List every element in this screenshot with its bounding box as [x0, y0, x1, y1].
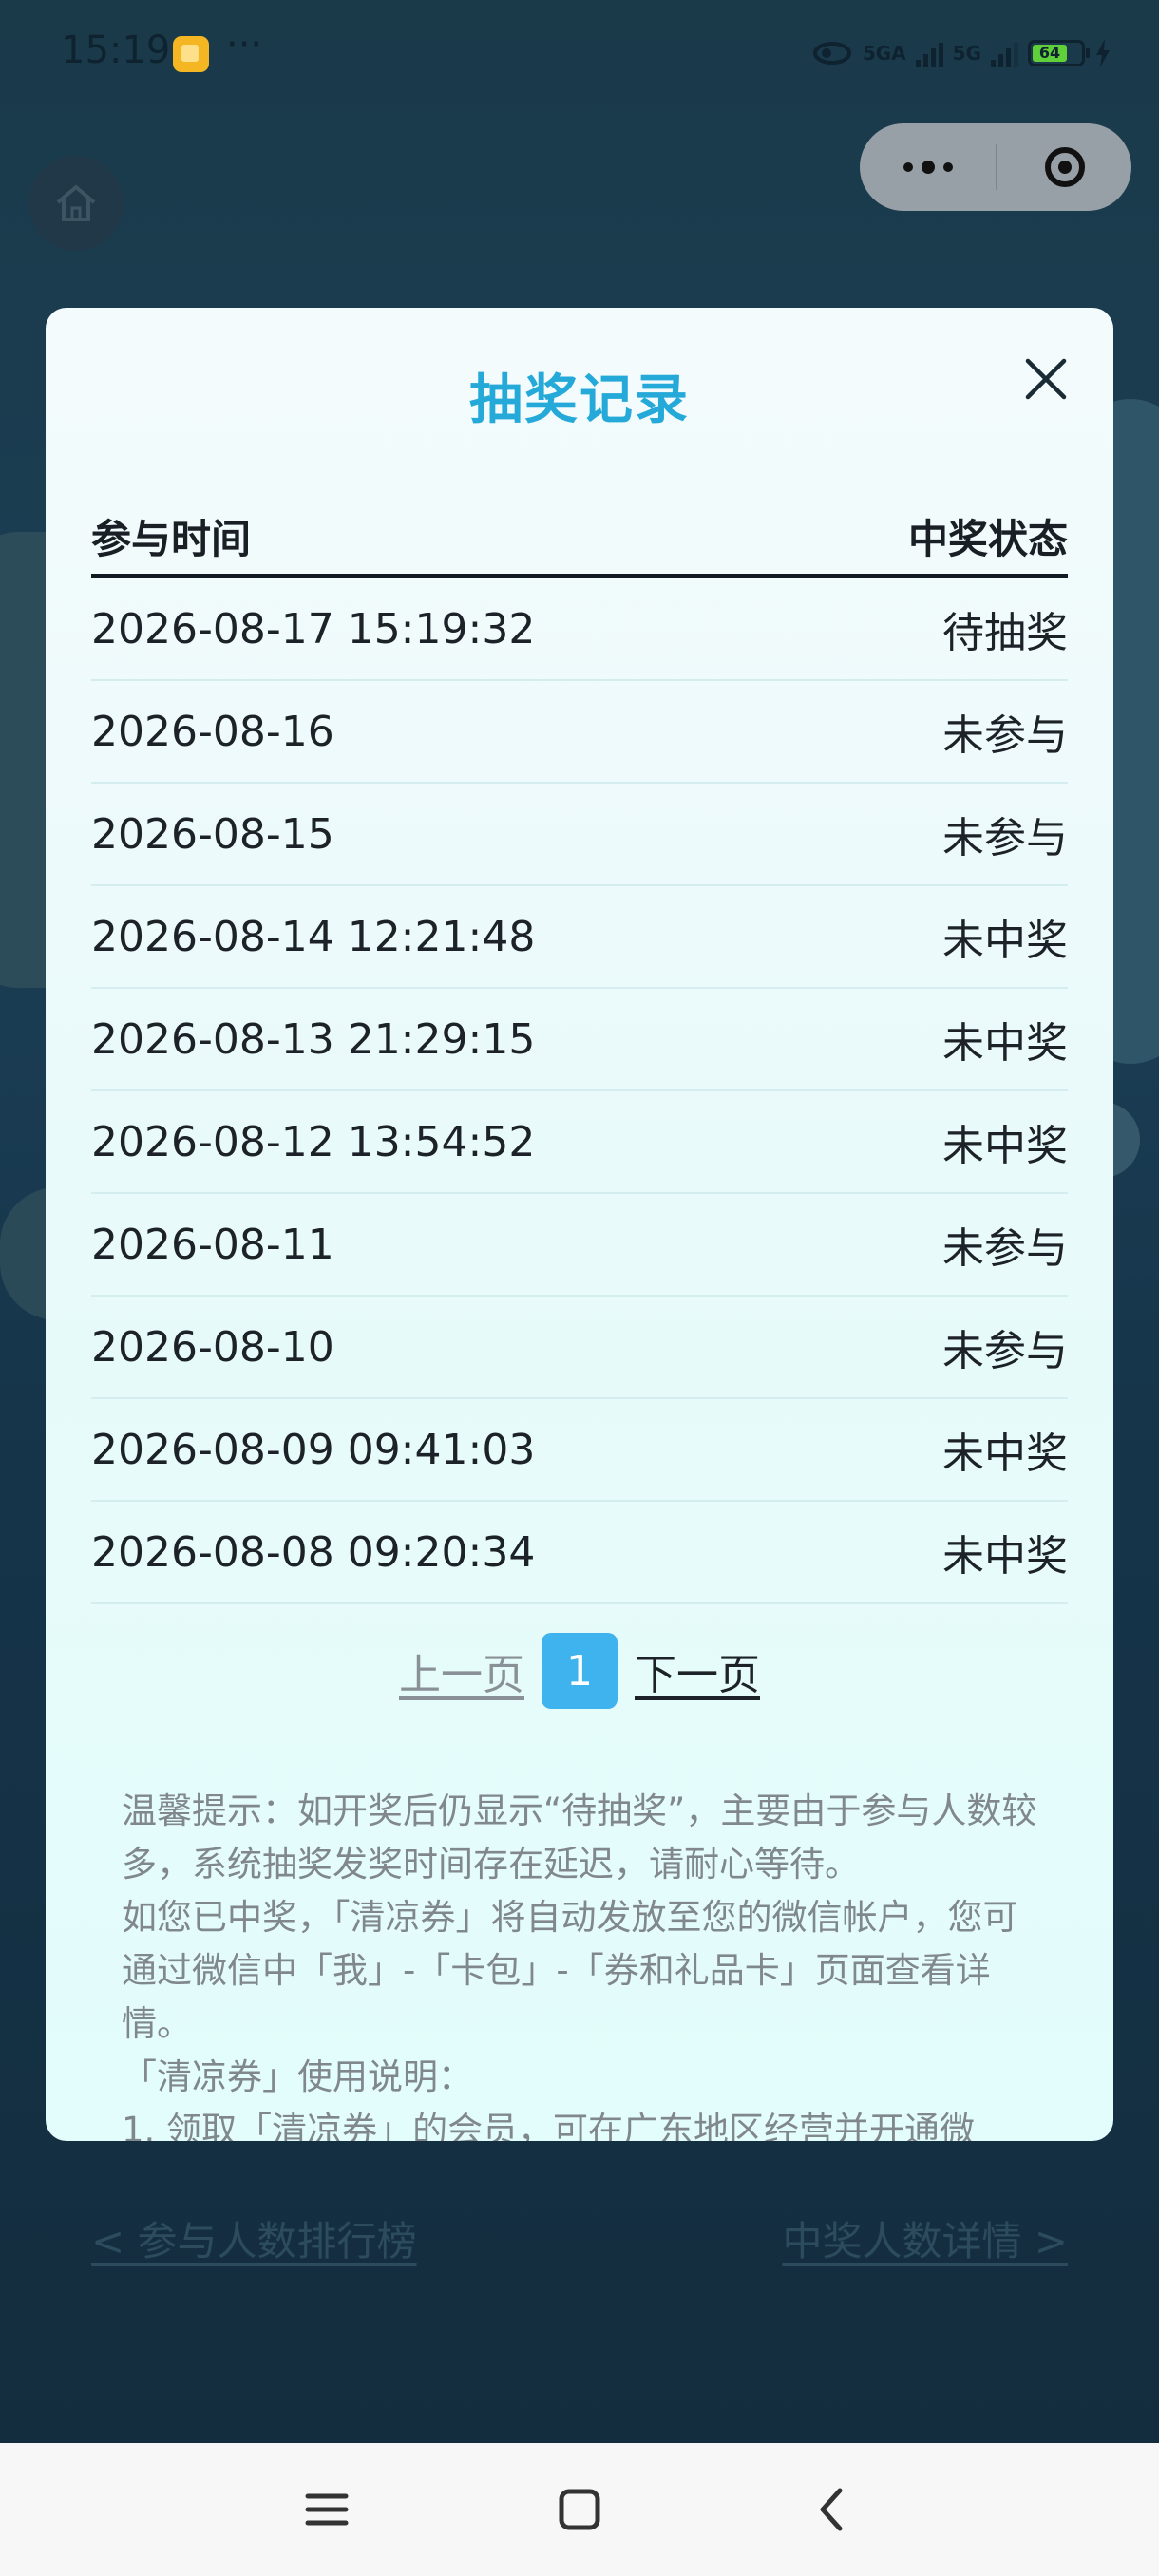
record-time: 2026-08-09 09:41:03 — [91, 1425, 536, 1474]
hd-voice-icon — [812, 42, 851, 65]
system-nav-bar — [0, 2443, 1159, 2576]
more-notifications-icon: ··· — [226, 23, 263, 66]
next-page-link[interactable]: 下一页 — [635, 1640, 760, 1701]
battery-icon: 64 — [1028, 40, 1090, 66]
record-time: 2026-08-11 — [91, 1220, 334, 1269]
more-dots-icon — [942, 162, 953, 172]
winner-details-link[interactable]: 中奖人数详情 > — [782, 2209, 1068, 2267]
lottery-records-dialog: 抽奖记录 参与时间 中奖状态 2026-08-17 15:19:32 待抽奖 2… — [46, 308, 1113, 2141]
prev-page-link[interactable]: 上一页 — [399, 1640, 524, 1701]
column-header-time: 参与时间 — [91, 515, 252, 562]
tips-text: 温馨提示：如开奖后仍显示“待抽奖”，主要由于参与人数较多，系统抽奖发奖时间存在延… — [122, 1785, 1053, 2141]
mini-program-capsule — [860, 123, 1131, 211]
more-options-button[interactable] — [860, 123, 996, 211]
tip-paragraph: 「清凉券」使用说明： — [122, 2056, 473, 2097]
record-status: 未中奖 — [942, 1430, 1068, 1478]
menu-button[interactable] — [298, 2481, 355, 2538]
signal-strength-icon — [991, 39, 1018, 67]
home-icon — [56, 185, 96, 221]
square-home-icon — [559, 2489, 600, 2530]
table-row: 2026-08-11 未参与 — [91, 1194, 1068, 1297]
pagination: 上一页 1 下一页 — [46, 1633, 1113, 1709]
tip-paragraph: 1. 领取「清凉券」的会员，可在广东地区经营并开通微 — [122, 2110, 976, 2141]
close-icon — [1025, 358, 1067, 400]
table-row: 2026-08-08 09:20:34 未中奖 — [91, 1502, 1068, 1604]
tip-paragraph: 温馨提示：如开奖后仍显示“待抽奖”，主要由于参与人数较多，系统抽奖发奖时间存在延… — [122, 1790, 1037, 1885]
battery-level: 64 — [1033, 45, 1067, 62]
status-bar: 15:19 ··· 5GA 5G 64 — [0, 0, 1159, 104]
table-row: 2026-08-13 21:29:15 未中奖 — [91, 989, 1068, 1091]
table-header: 参与时间 中奖状态 — [91, 498, 1068, 578]
record-time: 2026-08-16 — [91, 707, 334, 756]
table-row: 2026-08-16 未参与 — [91, 681, 1068, 784]
record-status: 未参与 — [942, 1224, 1068, 1273]
status-time: 15:19 — [61, 28, 171, 72]
charging-icon — [1096, 39, 1110, 67]
record-time: 2026-08-17 15:19:32 — [91, 604, 536, 653]
record-status: 未中奖 — [942, 917, 1068, 965]
table-row: 2026-08-10 未参与 — [91, 1297, 1068, 1399]
status-indicators: 5GA 5G 64 — [811, 32, 1112, 74]
table-row: 2026-08-12 13:54:52 未中奖 — [91, 1091, 1068, 1194]
home-nav-button[interactable] — [551, 2481, 608, 2538]
dialog-title: 抽奖记录 — [469, 369, 690, 431]
back-button[interactable] — [804, 2481, 861, 2538]
record-status: 待抽奖 — [942, 609, 1068, 657]
column-header-status: 中奖状态 — [907, 515, 1068, 562]
record-status: 未中奖 — [942, 1019, 1068, 1068]
home-button[interactable] — [28, 156, 124, 251]
table-row: 2026-08-17 15:19:32 待抽奖 — [91, 578, 1068, 681]
record-time: 2026-08-13 21:29:15 — [91, 1014, 536, 1064]
record-status: 未参与 — [942, 711, 1068, 760]
record-status: 未参与 — [942, 814, 1068, 862]
network-type-label: 5G — [952, 42, 981, 65]
participant-ranking-link[interactable]: < 参与人数排行榜 — [91, 2209, 417, 2267]
back-chevron-icon — [820, 2488, 843, 2531]
record-time: 2026-08-10 — [91, 1322, 334, 1372]
record-status: 未中奖 — [942, 1122, 1068, 1170]
target-icon — [1044, 147, 1085, 187]
table-row: 2026-08-15 未参与 — [91, 784, 1068, 886]
current-page-button[interactable]: 1 — [542, 1633, 618, 1709]
close-button[interactable] — [1022, 355, 1070, 403]
signal-strength-icon — [915, 39, 943, 67]
tip-paragraph: 如您已中奖，「清凉券」将自动发放至您的微信帐户，您可通过微信中「我」-「卡包」-… — [122, 1897, 1018, 2044]
record-status: 未中奖 — [942, 1532, 1068, 1581]
menu-icon — [305, 2493, 349, 2526]
table-row: 2026-08-14 12:21:48 未中奖 — [91, 886, 1068, 989]
record-time: 2026-08-12 13:54:52 — [91, 1117, 536, 1166]
record-time: 2026-08-14 12:21:48 — [91, 912, 536, 961]
record-time: 2026-08-15 — [91, 809, 334, 859]
more-dots-icon — [902, 162, 913, 172]
record-time: 2026-08-08 09:20:34 — [91, 1527, 536, 1577]
network-type-label: 5GA — [862, 42, 906, 65]
table-row: 2026-08-09 09:41:03 未中奖 — [91, 1399, 1068, 1502]
records-table: 2026-08-17 15:19:32 待抽奖 2026-08-16 未参与 2… — [91, 578, 1068, 1604]
more-dots-icon — [921, 161, 935, 174]
record-status: 未参与 — [942, 1327, 1068, 1375]
exit-mini-program-button[interactable] — [998, 123, 1131, 211]
notification-app-icon — [173, 36, 209, 72]
